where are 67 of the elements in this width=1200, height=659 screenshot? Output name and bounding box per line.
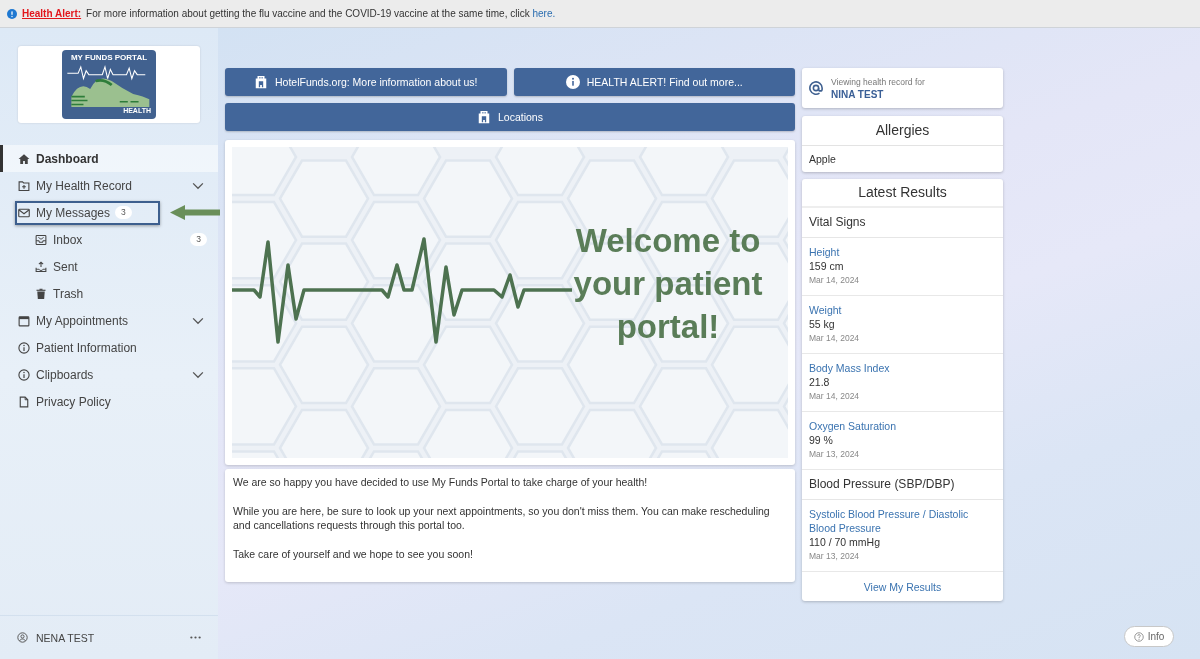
welcome-paragraph: Take care of yourself and we hope to see you soon! <box>233 546 474 561</box>
result-value: 159 cm <box>809 259 844 273</box>
info-icon <box>18 341 30 354</box>
calendar-icon <box>18 314 30 327</box>
nav-item[interactable]: My Messages 3 <box>0 199 168 226</box>
result-link[interactable]: Height <box>809 245 840 259</box>
result-link[interactable]: Body Mass Index <box>809 361 890 375</box>
nav-subitem[interactable]: Sent <box>0 253 218 280</box>
nav-item[interactable]: My Appointments <box>0 307 218 334</box>
building-icon <box>254 75 268 89</box>
building-icon <box>477 110 491 124</box>
result-date: Mar 13, 2024 <box>809 448 860 461</box>
link-button[interactable]: HEALTH ALERT! Find out more... <box>513 68 795 96</box>
nav-item[interactable]: Privacy Policy <box>0 388 218 415</box>
result-link[interactable]: Weight <box>809 303 842 317</box>
trash-icon <box>35 287 47 300</box>
patient-name: NINA TEST <box>831 87 885 101</box>
info-icon <box>18 368 30 381</box>
result-date: Mar 13, 2024 <box>809 550 860 563</box>
welcome-paragraph: While you are here, be sure to look up your next appointments, so you don't miss them. You can make rescheduling and cancellations requests through this portal too. <box>233 503 771 533</box>
result-value: 110 / 70 mmHg <box>809 535 880 549</box>
result-date: Mar 14, 2024 <box>809 390 860 403</box>
more-icon[interactable] <box>190 636 201 639</box>
result-link[interactable]: Oxygen Saturation <box>809 419 896 433</box>
alert-message: For more information about getting the flu vaccine and the COVID-19 vaccine at the same time, click here. <box>86 8 556 19</box>
envelope-icon <box>18 206 30 219</box>
nav-item[interactable]: Clipboards <box>0 361 218 388</box>
result-date: Mar 14, 2024 <box>809 274 860 287</box>
allergy-item: Apple <box>808 152 837 167</box>
view-results-link[interactable]: View My Results <box>863 580 942 593</box>
tray-upload-icon <box>35 260 47 273</box>
info-icon <box>7 8 17 19</box>
nav-item[interactable]: My Health Record <box>0 172 218 199</box>
group-title: Vital Signs <box>802 208 1003 238</box>
link-button[interactable]: HotelFunds.org: More information about us! <box>225 68 507 96</box>
info-button[interactable]: Info <box>1124 626 1174 647</box>
unread-count-badge: 3 <box>190 233 207 246</box>
at-sign-icon <box>809 81 823 95</box>
alert-title: Health Alert: <box>22 8 82 19</box>
logo-title: MY FUNDS PORTAL <box>70 53 148 63</box>
result-link[interactable]: Systolic Blood Pressure / Diastolic Blood Pressure <box>809 507 996 535</box>
nav-subitem[interactable]: Trash <box>0 280 218 307</box>
card-title: Allergies <box>802 116 1003 146</box>
nav-item[interactable]: Patient Information <box>0 334 218 361</box>
inbox-icon <box>35 233 47 246</box>
nav-item[interactable]: Dashboard <box>0 145 218 172</box>
info-icon <box>565 75 580 89</box>
user-icon <box>17 632 28 643</box>
home-icon <box>18 152 30 165</box>
welcome-heading: Welcome to your patient portal! <box>572 221 764 347</box>
here-link[interactable]: here. <box>532 8 556 19</box>
result-value: 99 % <box>809 433 833 447</box>
result-date: Mar 14, 2024 <box>809 332 860 345</box>
document-icon <box>18 395 30 408</box>
card-title: Latest Results <box>802 179 1003 208</box>
help-icon <box>1133 631 1144 642</box>
result-value: 21.8 <box>809 375 830 389</box>
result-value: 55 kg <box>809 317 835 331</box>
group-title: Blood Pressure (SBP/DBP) <box>802 470 1003 500</box>
unread-count-badge: 3 <box>115 206 132 219</box>
folder-plus-icon <box>18 179 30 192</box>
record-caption: Viewing health record for <box>831 75 925 88</box>
pointer-arrow <box>170 205 220 220</box>
welcome-paragraph: We are so happy you have decided to use My Funds Portal to take charge of your health! <box>233 475 649 490</box>
nav-subitem[interactable]: Inbox 3 <box>0 226 218 253</box>
link-button[interactable]: Locations <box>225 103 795 131</box>
user-name: NENA TEST <box>36 631 95 644</box>
